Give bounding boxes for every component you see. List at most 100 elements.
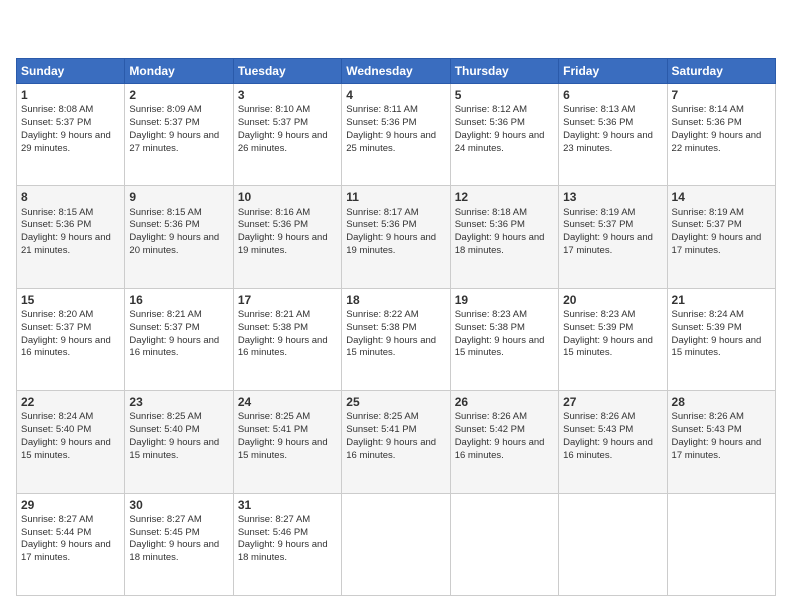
sunset-text: Sunset: 5:37 PM bbox=[238, 117, 308, 128]
calendar-cell: 20Sunrise: 8:23 AMSunset: 5:39 PMDayligh… bbox=[559, 288, 667, 390]
daylight-text: Daylight: 9 hours and 17 minutes. bbox=[563, 232, 653, 256]
sunrise-text: Sunrise: 8:13 AM bbox=[563, 104, 635, 115]
sunset-text: Sunset: 5:37 PM bbox=[129, 322, 199, 333]
daylight-text: Daylight: 9 hours and 16 minutes. bbox=[238, 335, 328, 359]
calendar-cell: 16Sunrise: 8:21 AMSunset: 5:37 PMDayligh… bbox=[125, 288, 233, 390]
calendar-cell: 31Sunrise: 8:27 AMSunset: 5:46 PMDayligh… bbox=[233, 493, 341, 595]
sunset-text: Sunset: 5:41 PM bbox=[346, 424, 416, 435]
sunset-text: Sunset: 5:36 PM bbox=[21, 219, 91, 230]
sunrise-text: Sunrise: 8:26 AM bbox=[672, 411, 744, 422]
day-number: 4 bbox=[346, 87, 445, 103]
daylight-text: Daylight: 9 hours and 25 minutes. bbox=[346, 130, 436, 154]
daylight-text: Daylight: 9 hours and 16 minutes. bbox=[129, 335, 219, 359]
daylight-text: Daylight: 9 hours and 26 minutes. bbox=[238, 130, 328, 154]
sunset-text: Sunset: 5:36 PM bbox=[129, 219, 199, 230]
daylight-text: Daylight: 9 hours and 16 minutes. bbox=[455, 437, 545, 461]
calendar-cell: 4Sunrise: 8:11 AM Sunset: 5:36 PM Daylight… bbox=[342, 84, 450, 186]
sunset-text: Sunset: 5:36 PM bbox=[346, 117, 416, 128]
sunset-text: Sunset: 5:37 PM bbox=[21, 322, 91, 333]
calendar-week-3: 15Sunrise: 8:20 AMSunset: 5:37 PMDayligh… bbox=[17, 288, 776, 390]
sunset-text: Sunset: 5:36 PM bbox=[238, 219, 308, 230]
sunset-text: Sunset: 5:37 PM bbox=[563, 219, 633, 230]
sunset-text: Sunset: 5:36 PM bbox=[563, 117, 633, 128]
daylight-text: Daylight: 9 hours and 17 minutes. bbox=[672, 232, 762, 256]
calendar-cell: 5Sunrise: 8:12 AMSunset: 5:36 PMDaylight… bbox=[450, 84, 558, 186]
daylight-text: Daylight: 9 hours and 20 minutes. bbox=[129, 232, 219, 256]
daylight-text: Daylight: 9 hours and 19 minutes. bbox=[346, 232, 436, 256]
calendar-cell: 22Sunrise: 8:24 AMSunset: 5:40 PMDayligh… bbox=[17, 391, 125, 493]
calendar-cell: 19Sunrise: 8:23 AMSunset: 5:38 PMDayligh… bbox=[450, 288, 558, 390]
header bbox=[16, 16, 776, 48]
page: SundayMondayTuesdayWednesdayThursdayFrid… bbox=[0, 0, 792, 612]
sunset-text: Sunset: 5:46 PM bbox=[238, 527, 308, 538]
daylight-text: Daylight: 9 hours and 17 minutes. bbox=[672, 437, 762, 461]
sunset-text: Sunset: 5:37 PM bbox=[672, 219, 742, 230]
sunrise-text: Sunrise: 8:19 AM bbox=[672, 207, 744, 218]
sunset-text: Sunset: 5:40 PM bbox=[21, 424, 91, 435]
day-number: 17 bbox=[238, 292, 337, 308]
day-header-monday: Monday bbox=[125, 59, 233, 84]
calendar-cell: 25Sunrise: 8:25 AMSunset: 5:41 PMDayligh… bbox=[342, 391, 450, 493]
sunrise-text: Sunrise: 8:25 AM bbox=[238, 411, 310, 422]
sunrise-text: Sunrise: 8:10 AM bbox=[238, 104, 310, 115]
sunrise-text: Sunrise: 8:22 AM bbox=[346, 309, 418, 320]
sunrise-text: Sunrise: 8:24 AM bbox=[672, 309, 744, 320]
sunrise-text: Sunrise: 8:19 AM bbox=[563, 207, 635, 218]
day-number: 10 bbox=[238, 189, 337, 205]
sunrise-text: Sunrise: 8:23 AM bbox=[455, 309, 527, 320]
day-number: 8 bbox=[21, 189, 120, 205]
calendar-cell: 23Sunrise: 8:25 AMSunset: 5:40 PMDayligh… bbox=[125, 391, 233, 493]
sunrise-text: Sunrise: 8:27 AM bbox=[238, 514, 310, 525]
daylight-text: Daylight: 9 hours and 21 minutes. bbox=[21, 232, 111, 256]
day-number: 24 bbox=[238, 394, 337, 410]
sunrise-text: Sunrise: 8:26 AM bbox=[455, 411, 527, 422]
calendar-week-4: 22Sunrise: 8:24 AMSunset: 5:40 PMDayligh… bbox=[17, 391, 776, 493]
calendar-header-row: SundayMondayTuesdayWednesdayThursdayFrid… bbox=[17, 59, 776, 84]
sunrise-text: Sunrise: 8:15 AM bbox=[21, 207, 93, 218]
calendar-cell: 10 Sunrise: 8:16 AMSunset: 5:36 PM Dayligh… bbox=[233, 186, 341, 288]
daylight-text: Daylight: 9 hours and 15 minutes. bbox=[346, 335, 436, 359]
sunrise-text: Sunrise: 8:18 AM bbox=[455, 207, 527, 218]
calendar-cell bbox=[559, 493, 667, 595]
calendar-cell: 15Sunrise: 8:20 AMSunset: 5:37 PMDayligh… bbox=[17, 288, 125, 390]
sunset-text: Sunset: 5:36 PM bbox=[346, 219, 416, 230]
sunrise-text: Sunrise: 8:11 AM bbox=[346, 104, 418, 115]
daylight-text: Daylight: 9 hours and 15 minutes. bbox=[672, 335, 762, 359]
sunrise-text: Sunrise: 8:20 AM bbox=[21, 309, 93, 320]
sunset-text: Sunset: 5:45 PM bbox=[129, 527, 199, 538]
day-number: 6 bbox=[563, 87, 662, 103]
sunset-text: Sunset: 5:41 PM bbox=[238, 424, 308, 435]
sunset-text: Sunset: 5:42 PM bbox=[455, 424, 525, 435]
day-number: 11 bbox=[346, 189, 445, 205]
sunset-text: Sunset: 5:43 PM bbox=[563, 424, 633, 435]
calendar-cell: 9Sunrise: 8:15 AMSunset: 5:36 PMDaylight… bbox=[125, 186, 233, 288]
daylight-text: Daylight: 9 hours and 15 minutes. bbox=[563, 335, 653, 359]
day-number: 13 bbox=[563, 189, 662, 205]
calendar-cell: 13 Sunrise: 8:19 AMSunset: 5:37 PM Dayligh… bbox=[559, 186, 667, 288]
day-number: 1 bbox=[21, 87, 120, 103]
sunrise-text: Sunrise: 8:14 AM bbox=[672, 104, 744, 115]
calendar-table: SundayMondayTuesdayWednesdayThursdayFrid… bbox=[16, 58, 776, 596]
day-number: 29 bbox=[21, 497, 120, 513]
calendar-cell: 3Sunrise: 8:10 AM Sunset: 5:37 PM Daylight… bbox=[233, 84, 341, 186]
daylight-text: Daylight: 9 hours and 19 minutes. bbox=[238, 232, 328, 256]
day-number: 27 bbox=[563, 394, 662, 410]
calendar-cell: 28Sunrise: 8:26 AMSunset: 5:43 PMDayligh… bbox=[667, 391, 775, 493]
daylight-text: Daylight: 9 hours and 17 minutes. bbox=[21, 539, 111, 563]
sunset-text: Sunset: 5:39 PM bbox=[563, 322, 633, 333]
calendar-body: 1Sunrise: 8:08 AMSunset: 5:37 PMDaylight… bbox=[17, 84, 776, 596]
day-header-tuesday: Tuesday bbox=[233, 59, 341, 84]
calendar-cell: 6Sunrise: 8:13 AM Sunset: 5:36 PM Daylight… bbox=[559, 84, 667, 186]
calendar-week-2: 8Sunrise: 8:15 AMSunset: 5:36 PMDaylight… bbox=[17, 186, 776, 288]
day-number: 3 bbox=[238, 87, 337, 103]
sunrise-text: Sunrise: 8:16 AM bbox=[238, 207, 310, 218]
daylight-text: Daylight: 9 hours and 16 minutes. bbox=[563, 437, 653, 461]
sunset-text: Sunset: 5:39 PM bbox=[672, 322, 742, 333]
calendar-cell: 24Sunrise: 8:25 AMSunset: 5:41 PMDayligh… bbox=[233, 391, 341, 493]
daylight-text: Daylight: 9 hours and 23 minutes. bbox=[563, 130, 653, 154]
sunset-text: Sunset: 5:43 PM bbox=[672, 424, 742, 435]
day-number: 2 bbox=[129, 87, 228, 103]
day-number: 21 bbox=[672, 292, 771, 308]
calendar-cell: 26Sunrise: 8:26 AMSunset: 5:42 PMDayligh… bbox=[450, 391, 558, 493]
sunset-text: Sunset: 5:38 PM bbox=[455, 322, 525, 333]
